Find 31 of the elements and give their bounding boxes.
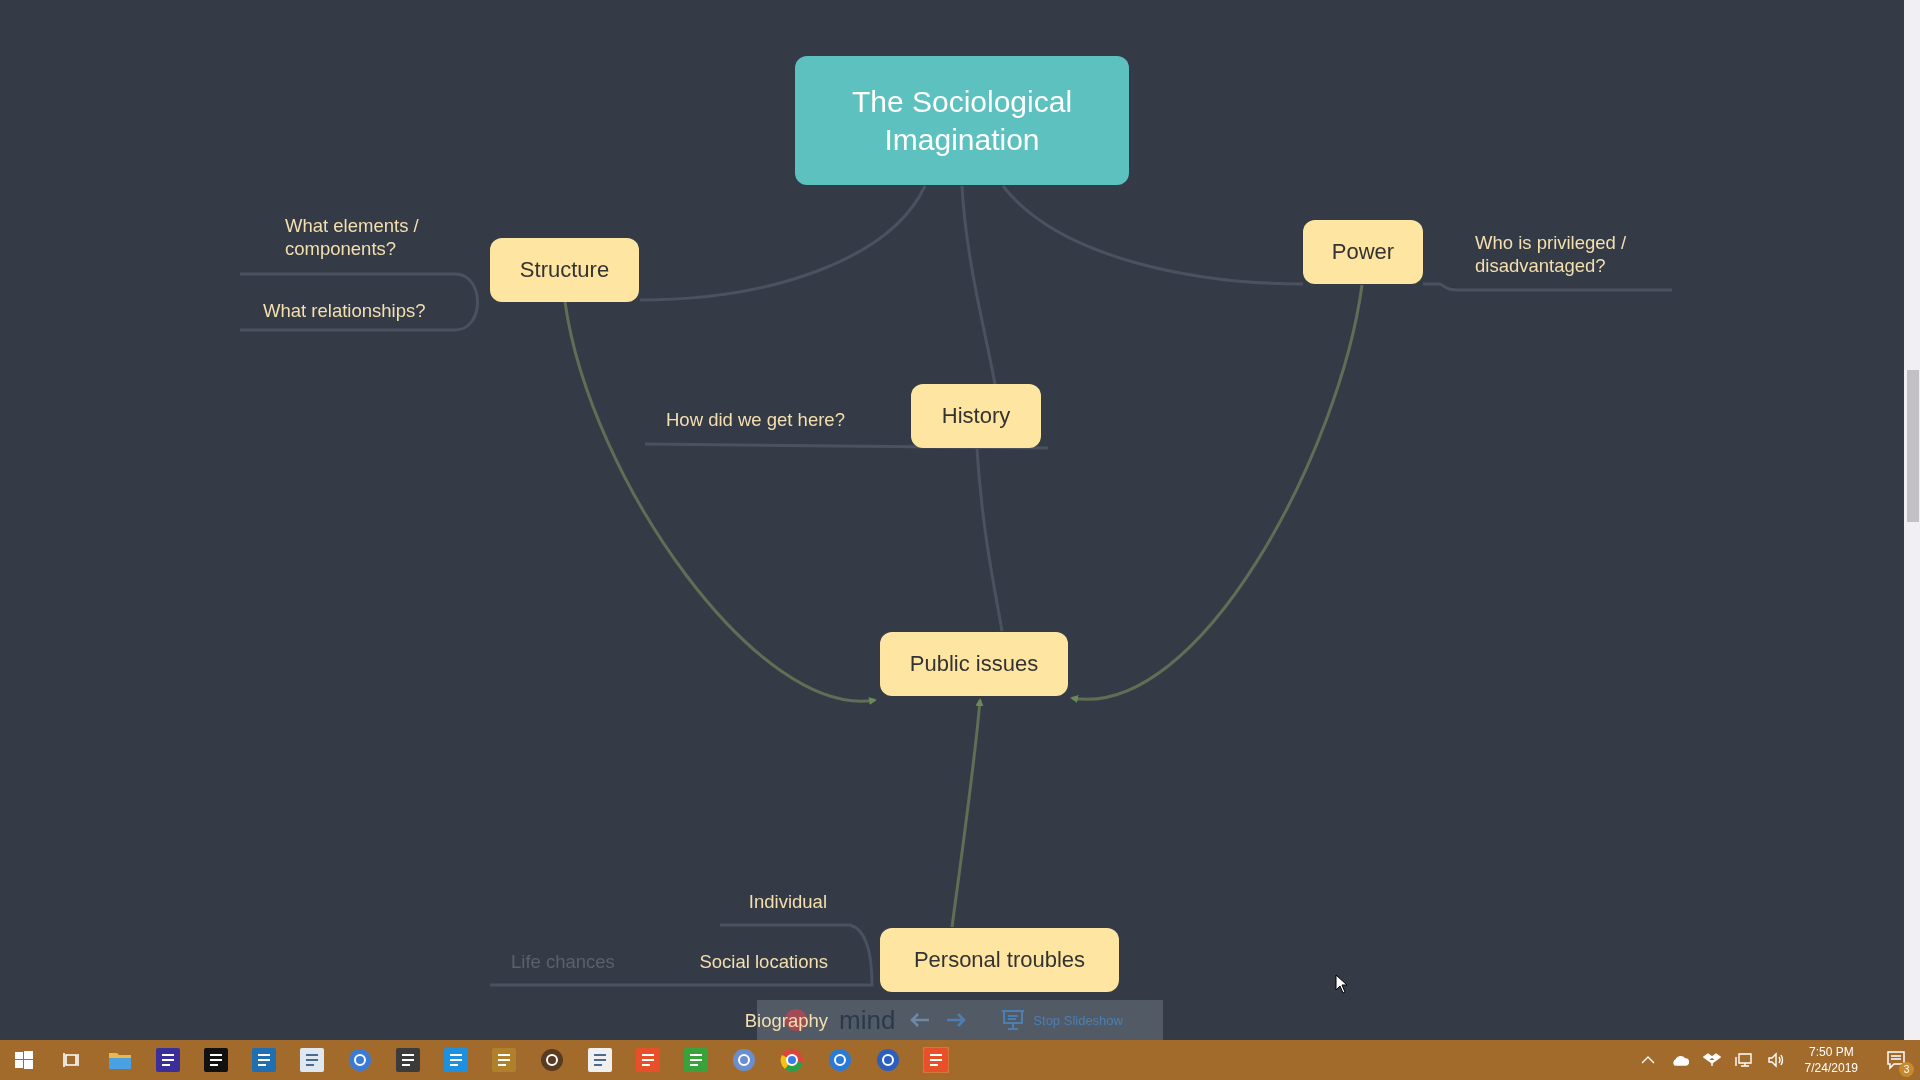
- subtopic-label[interactable]: What elements / components?: [285, 214, 455, 260]
- topic-node[interactable]: Personal troubles: [880, 928, 1119, 992]
- volume-icon[interactable]: [1766, 1052, 1785, 1068]
- mouse-pointer-icon: [1335, 974, 1349, 994]
- subtopic-label[interactable]: Who is privileged / disadvantaged?: [1475, 231, 1665, 277]
- topic-node[interactable]: Structure: [490, 238, 639, 302]
- notification-icon: [1886, 1050, 1906, 1070]
- task-view-icon[interactable]: [63, 1051, 81, 1069]
- clock-time: 7:50 PM: [1808, 1044, 1854, 1060]
- dropbox-icon[interactable]: [1702, 1052, 1721, 1068]
- presentation-screen-icon: [1001, 1009, 1026, 1031]
- app-icon[interactable]: [395, 1047, 421, 1073]
- network-icon[interactable]: [1734, 1052, 1753, 1068]
- clock-date: 7/24/2019: [1804, 1060, 1858, 1076]
- scrollbar[interactable]: [1904, 0, 1920, 1040]
- topic-node[interactable]: History: [911, 384, 1041, 448]
- system-clock[interactable]: 7:50 PM 7/24/2019: [1804, 1044, 1858, 1076]
- subtopic-label[interactable]: What relationships?: [263, 299, 426, 322]
- topic-node[interactable]: Power: [1303, 220, 1423, 284]
- app-icon[interactable]: [539, 1047, 565, 1073]
- subtopic-label[interactable]: Individual: [748, 890, 827, 913]
- subtopic-label[interactable]: Biography: [744, 1009, 828, 1032]
- topic-node[interactable]: Public issues: [880, 632, 1068, 696]
- windows-start-icon[interactable]: [15, 1051, 33, 1069]
- app-icon[interactable]: [203, 1047, 229, 1073]
- subtopic-label[interactable]: Social locations: [699, 950, 828, 973]
- scrollbar-thumb[interactable]: [1907, 370, 1919, 522]
- subtopic-label[interactable]: How did we get here?: [666, 408, 845, 431]
- app-icon[interactable]: [875, 1047, 901, 1073]
- app-icon[interactable]: [155, 1047, 181, 1073]
- notification-count: 3: [1899, 1062, 1914, 1077]
